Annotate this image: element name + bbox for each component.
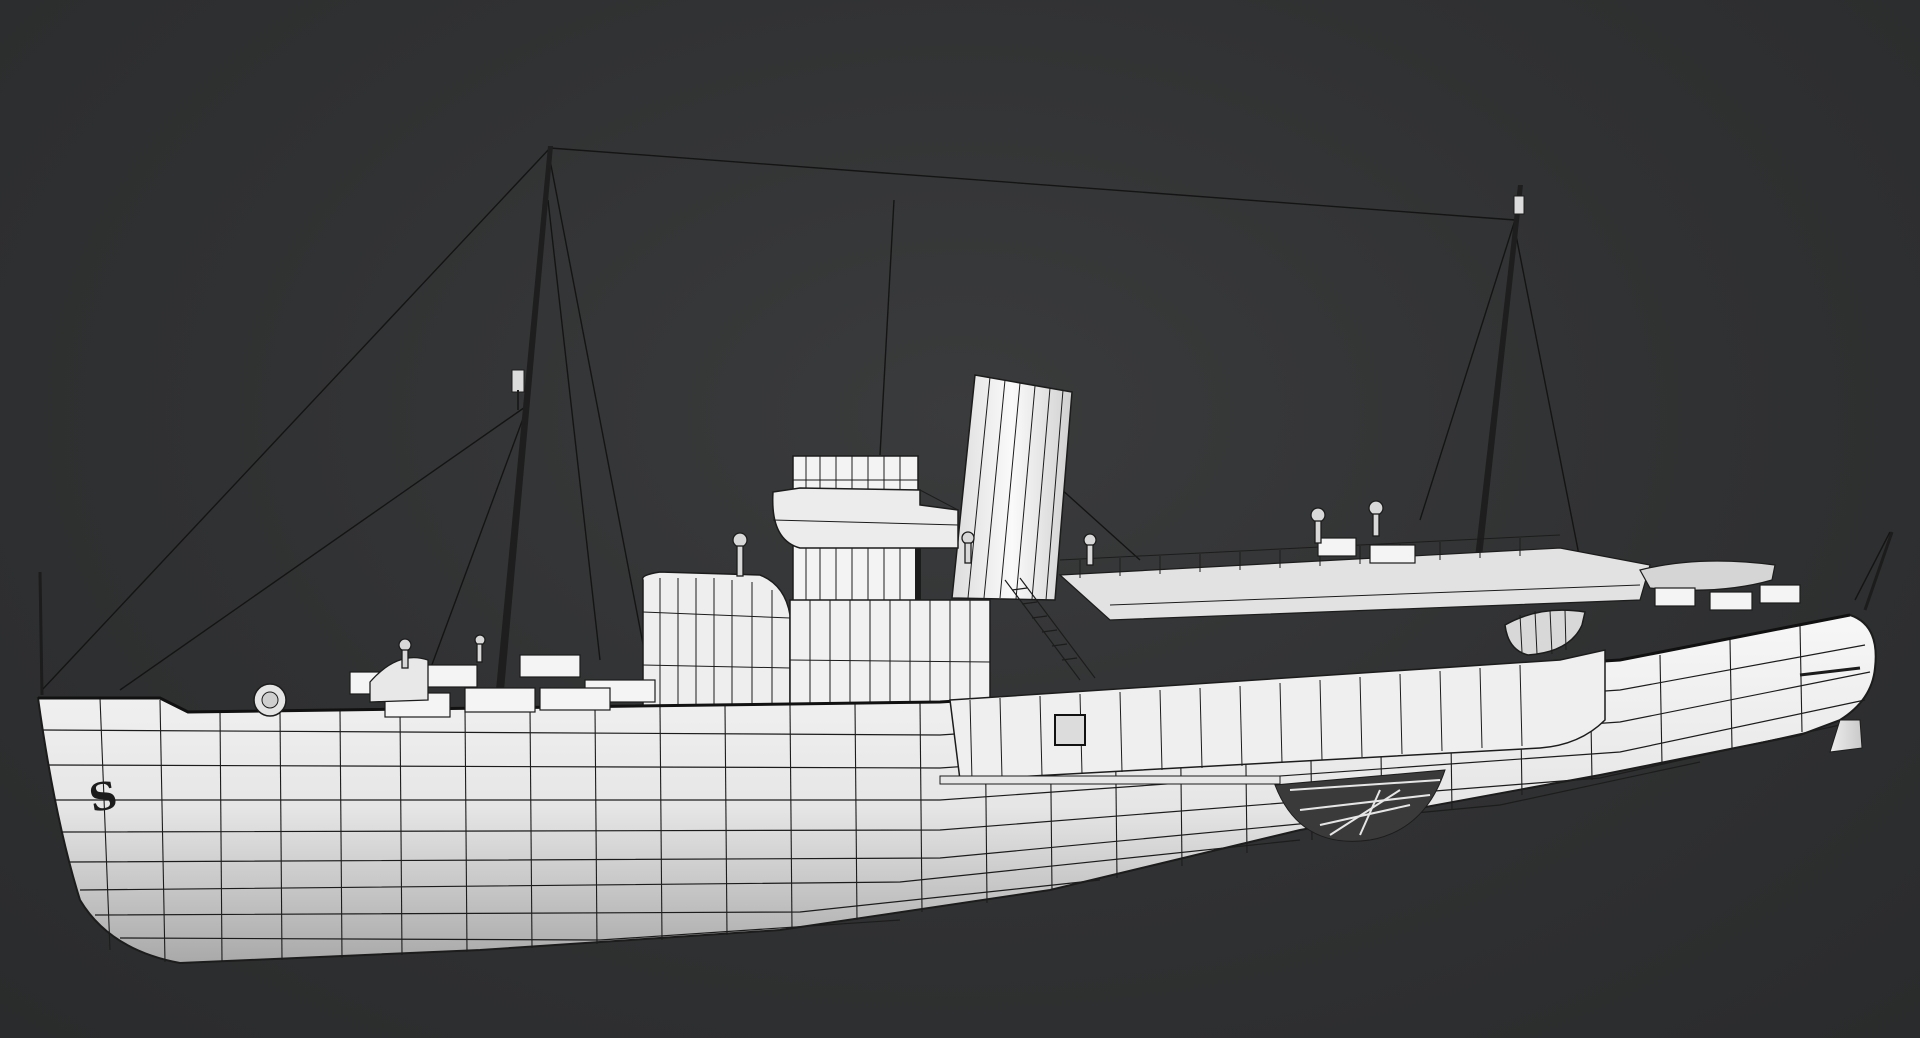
wheelhouse (771, 455, 959, 618)
aft-mast (1473, 185, 1525, 575)
render-viewport: S (0, 0, 1920, 1038)
stern-flagstaff (1863, 531, 1894, 611)
promenade-deck (1004, 534, 1651, 681)
ship-render: S (36, 146, 1894, 965)
funnel (951, 374, 1073, 601)
porthole-window (1054, 714, 1086, 746)
fore-mast (496, 146, 553, 690)
bow-flagstaff (38, 571, 44, 696)
